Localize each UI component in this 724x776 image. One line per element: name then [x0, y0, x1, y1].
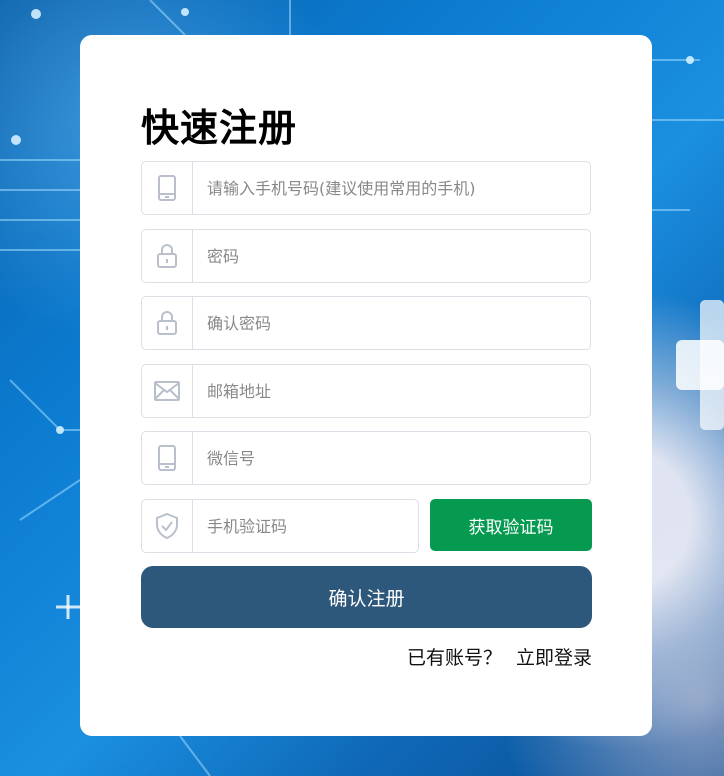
- phone-icon: [142, 432, 193, 484]
- sms-code-input[interactable]: [193, 500, 418, 552]
- login-prompt: 已有账号？ 立即登录: [407, 643, 592, 670]
- sms-code-field: [141, 499, 419, 553]
- email-field: [141, 364, 591, 418]
- get-code-button[interactable]: 获取验证码: [430, 499, 592, 551]
- submit-register-button[interactable]: 确认注册: [141, 566, 592, 628]
- lock-icon: [142, 230, 193, 282]
- wechat-field: [141, 431, 591, 485]
- login-link[interactable]: 立即登录: [516, 643, 592, 670]
- confirm-password-field: [141, 296, 591, 350]
- phone-input[interactable]: [193, 162, 590, 214]
- wechat-input[interactable]: [193, 432, 590, 484]
- have-account-text: 已有账号？: [406, 647, 502, 669]
- shield-check-icon: [142, 500, 193, 552]
- phone-field: [141, 161, 591, 215]
- page-title: 快速注册: [141, 106, 298, 150]
- register-card: 快速注册 请输入手机号码(建议使用常用的手机) 邮箱地址 微信号 手机验证码 获…: [80, 35, 652, 736]
- lock-icon: [142, 297, 193, 349]
- email-input[interactable]: [193, 365, 590, 417]
- password-input[interactable]: [193, 230, 590, 282]
- phone-icon: [142, 162, 193, 214]
- password-field: [141, 229, 591, 283]
- confirm-password-input[interactable]: [193, 297, 590, 349]
- mail-icon: [142, 365, 193, 417]
